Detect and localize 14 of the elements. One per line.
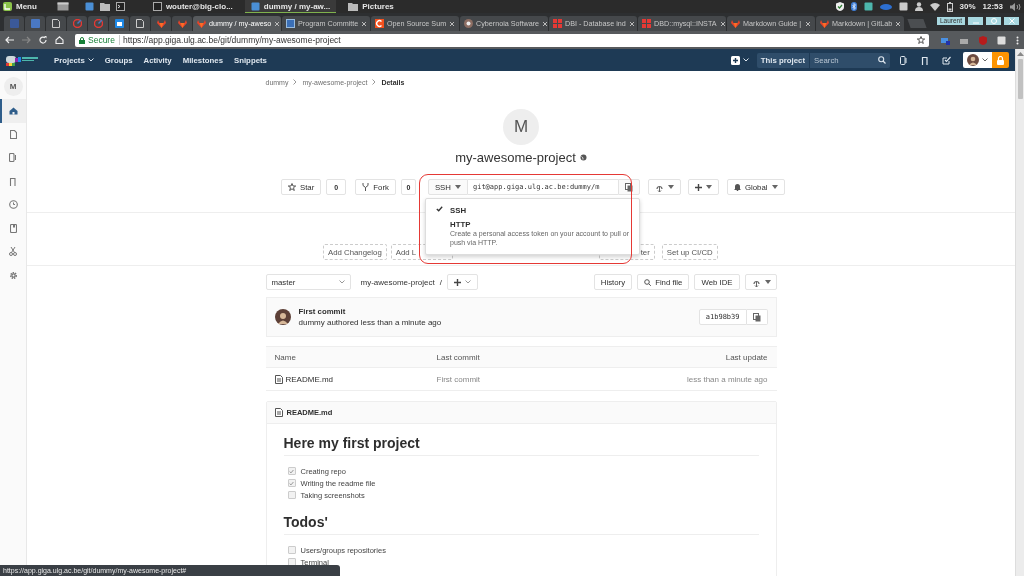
project-avatar: M	[503, 109, 539, 145]
path-separator: /	[439, 277, 442, 287]
table-cell: less than a minute ago	[687, 374, 768, 384]
column-header: Name	[274, 352, 297, 362]
column-header: Last update	[725, 352, 768, 362]
battery-level: 30%	[959, 2, 976, 11]
readme-heading: Todos'	[283, 513, 759, 535]
security-label: Secure	[88, 35, 120, 45]
commit-meta: dummy authored less than a minute ago	[298, 318, 442, 327]
url-text: https://app.giga.ulg.ac.be/git/dummy/my-awesome-project	[122, 35, 342, 45]
clock: 12:53	[982, 2, 1003, 11]
readme-heading: Here my first project	[283, 434, 759, 456]
column-header: Last commit	[436, 352, 481, 362]
project-title: my-awesome-project	[455, 149, 576, 165]
